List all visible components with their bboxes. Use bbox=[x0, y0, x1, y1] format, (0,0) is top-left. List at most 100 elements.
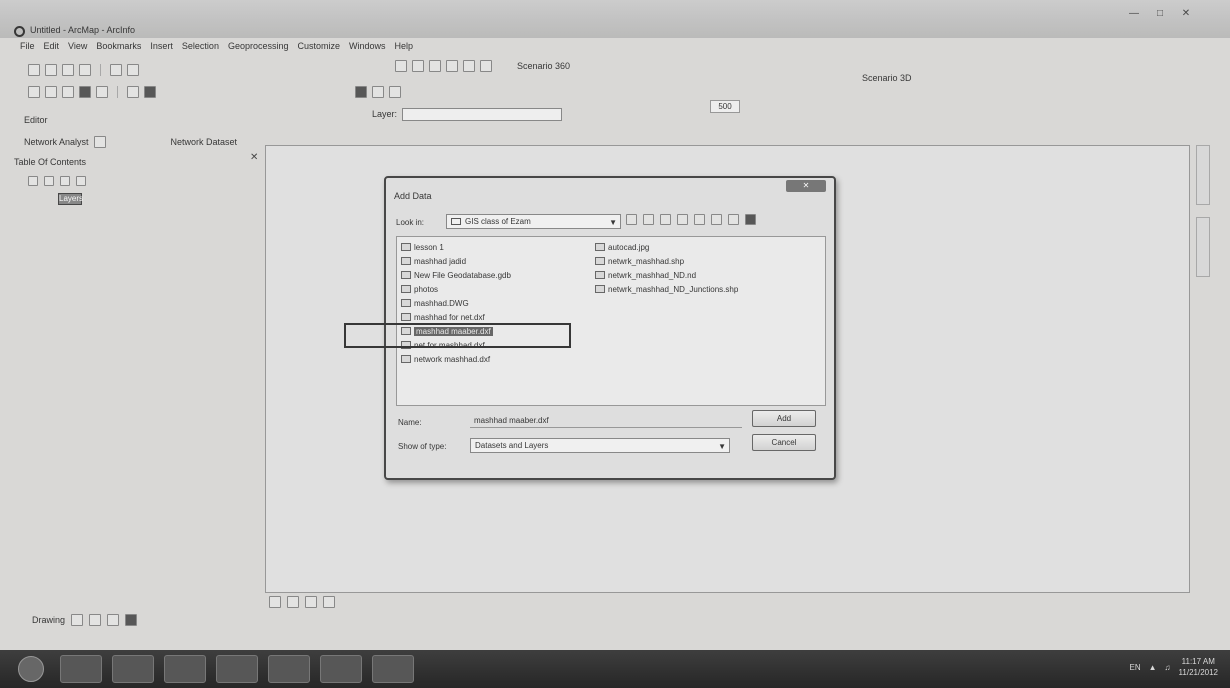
tool-icon[interactable] bbox=[446, 60, 458, 72]
rectangle-icon[interactable] bbox=[107, 614, 120, 626]
volume-icon[interactable]: ♫ bbox=[1165, 663, 1171, 672]
media-player-icon[interactable] bbox=[216, 655, 258, 683]
network-dataset-icon bbox=[595, 271, 605, 279]
menu-windows[interactable]: Windows bbox=[349, 41, 386, 51]
cancel-button[interactable]: Cancel bbox=[752, 434, 816, 451]
start-button[interactable] bbox=[18, 656, 44, 682]
toc-close-icon[interactable]: ✕ bbox=[250, 152, 258, 163]
new-document-icon[interactable] bbox=[28, 64, 40, 76]
menu-help[interactable]: Help bbox=[395, 41, 414, 51]
scale-input[interactable]: 500 bbox=[710, 99, 740, 113]
layout-view-icon[interactable] bbox=[287, 596, 299, 608]
scenario-right-label[interactable]: Scenario 3D bbox=[862, 73, 912, 83]
pause-drawing-icon[interactable] bbox=[323, 596, 335, 608]
maximize-icon[interactable]: □ bbox=[1152, 8, 1168, 19]
home-icon[interactable] bbox=[643, 214, 654, 225]
list-item[interactable]: New File Geodatabase.gdb bbox=[401, 269, 591, 281]
catalog-icon[interactable] bbox=[728, 214, 739, 225]
menu-file[interactable]: File bbox=[20, 41, 35, 51]
refresh-icon[interactable] bbox=[305, 596, 317, 608]
clock[interactable]: 11:17 AM 11/21/2012 bbox=[1179, 656, 1218, 678]
catalog-tab[interactable] bbox=[1196, 145, 1210, 205]
pan-icon[interactable] bbox=[62, 86, 74, 98]
menu-insert[interactable]: Insert bbox=[150, 41, 173, 51]
arcmap-task-icon[interactable] bbox=[320, 655, 362, 683]
internet-explorer-icon[interactable] bbox=[60, 655, 102, 683]
new-folder-icon[interactable] bbox=[711, 214, 722, 225]
zoom-in-icon[interactable] bbox=[127, 64, 139, 76]
list-item[interactable]: network mashhad.dxf bbox=[401, 353, 591, 365]
app-icon[interactable] bbox=[164, 655, 206, 683]
select-elements-icon[interactable] bbox=[71, 614, 84, 626]
hyperlink-icon[interactable] bbox=[389, 86, 401, 98]
list-item[interactable]: lesson 1 bbox=[401, 241, 591, 253]
network-icon[interactable]: ▲ bbox=[1149, 663, 1157, 672]
layers-node[interactable]: Layers bbox=[58, 193, 83, 205]
dialog-close-icon[interactable]: ✕ bbox=[786, 180, 826, 192]
fixed-zoom-icon[interactable] bbox=[96, 86, 108, 98]
editor-menu[interactable]: Editor bbox=[24, 115, 48, 125]
type-label: Show of type: bbox=[398, 442, 447, 451]
list-item[interactable]: netwrk_mashhad_ND.nd bbox=[595, 269, 820, 281]
list-by-selection-icon[interactable] bbox=[76, 176, 86, 186]
data-view-icon[interactable] bbox=[269, 596, 281, 608]
list-item[interactable]: netwrk_mashhad_ND_Junctions.shp bbox=[595, 283, 820, 295]
zoom-out-tool-icon[interactable] bbox=[45, 86, 57, 98]
open-icon[interactable] bbox=[45, 64, 57, 76]
select-arrow-icon[interactable] bbox=[127, 86, 139, 98]
layer-dropdown[interactable] bbox=[402, 107, 563, 121]
shapefile-icon bbox=[595, 285, 605, 293]
identify-icon[interactable] bbox=[144, 86, 156, 98]
find-icon[interactable] bbox=[355, 86, 367, 98]
save-icon[interactable] bbox=[62, 64, 74, 76]
type-dropdown[interactable]: Datasets and Layers ▼ bbox=[470, 438, 730, 453]
scenario-left-label[interactable]: Scenario 360 bbox=[517, 61, 570, 71]
list-item[interactable]: mashhad for net.dxf bbox=[401, 311, 591, 323]
app-icon[interactable] bbox=[268, 655, 310, 683]
text-icon[interactable] bbox=[125, 614, 138, 626]
search-tab[interactable] bbox=[1196, 217, 1210, 277]
tool-icon[interactable] bbox=[463, 60, 475, 72]
list-by-source-icon[interactable] bbox=[44, 176, 54, 186]
up-one-level-icon[interactable] bbox=[626, 214, 637, 225]
right-dock bbox=[1196, 145, 1214, 425]
list-item[interactable]: netwrk_mashhad.shp bbox=[595, 255, 820, 267]
add-button[interactable]: Add bbox=[752, 410, 816, 427]
tool-icon[interactable] bbox=[480, 60, 492, 72]
zoom-in-tool-icon[interactable] bbox=[28, 86, 40, 98]
add-data-icon[interactable] bbox=[110, 64, 122, 76]
look-in-dropdown[interactable]: GIS class of Ezam ▼ bbox=[446, 214, 621, 229]
list-item[interactable]: autocad.jpg bbox=[595, 241, 820, 253]
list-by-drawing-order-icon[interactable] bbox=[28, 176, 38, 186]
menu-bookmarks[interactable]: Bookmarks bbox=[96, 41, 141, 51]
minimize-icon[interactable]: — bbox=[1126, 8, 1142, 19]
connect-folder-icon[interactable] bbox=[694, 214, 705, 225]
list-item[interactable]: mashhad jadid bbox=[401, 255, 591, 267]
close-icon[interactable]: ✕ bbox=[1178, 8, 1194, 19]
network-analyst-window-icon[interactable] bbox=[93, 136, 106, 148]
language-indicator[interactable]: EN bbox=[1130, 663, 1141, 672]
toc-folder-icon[interactable] bbox=[660, 214, 671, 225]
list-item[interactable]: mashhad.DWG bbox=[401, 297, 591, 309]
menu-selection[interactable]: Selection bbox=[182, 41, 219, 51]
tool-icon[interactable] bbox=[429, 60, 441, 72]
full-extent-icon[interactable] bbox=[79, 86, 91, 98]
menu-edit[interactable]: Edit bbox=[44, 41, 60, 51]
measure-icon[interactable] bbox=[372, 86, 384, 98]
view-menu-icon[interactable] bbox=[677, 214, 688, 225]
list-item[interactable]: photos bbox=[401, 283, 591, 295]
tool-icon[interactable] bbox=[395, 60, 407, 72]
menu-geoprocessing[interactable]: Geoprocessing bbox=[228, 41, 289, 51]
search-icon[interactable] bbox=[745, 214, 756, 225]
menu-view[interactable]: View bbox=[68, 41, 87, 51]
tool-icon[interactable] bbox=[412, 60, 424, 72]
network-analyst-menu[interactable]: Network Analyst bbox=[24, 137, 89, 147]
rotate-icon[interactable] bbox=[89, 614, 102, 626]
menu-customize[interactable]: Customize bbox=[298, 41, 341, 51]
list-by-visibility-icon[interactable] bbox=[60, 176, 70, 186]
print-icon[interactable] bbox=[79, 64, 91, 76]
name-field[interactable]: mashhad maaber.dxf bbox=[470, 414, 742, 428]
file-explorer-icon[interactable] bbox=[112, 655, 154, 683]
app-icon[interactable] bbox=[372, 655, 414, 683]
drawing-menu[interactable]: Drawing bbox=[32, 615, 65, 625]
